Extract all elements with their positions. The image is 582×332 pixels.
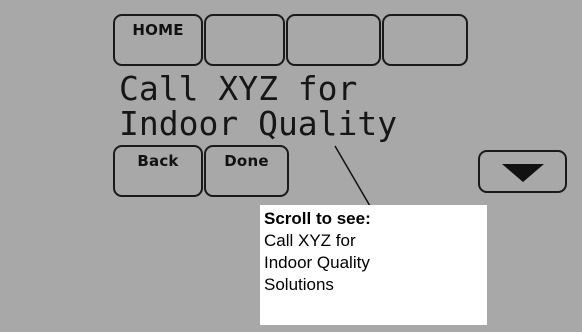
blank-button-2[interactable] — [204, 14, 285, 66]
callout-line-2: Indoor Quality — [264, 253, 370, 272]
done-button-label: Done — [224, 152, 269, 170]
message-line-1: Call XYZ for — [119, 69, 358, 108]
down-arrow-icon — [502, 164, 544, 182]
message-line-2: Indoor Quality — [119, 104, 398, 143]
home-button-label: HOME — [132, 21, 184, 39]
callout-line-3: Solutions — [264, 275, 334, 294]
blank-button-4[interactable] — [382, 14, 468, 66]
thermostat-screen: HOME Call XYZ for Indoor Quality Back Do… — [0, 0, 582, 332]
home-button[interactable]: HOME — [113, 14, 203, 66]
callout-title: Scroll to see: — [264, 209, 371, 228]
back-button[interactable]: Back — [113, 145, 203, 197]
scroll-down-button[interactable] — [478, 150, 567, 193]
scroll-callout: Scroll to see: Call XYZ for Indoor Quali… — [260, 205, 487, 325]
back-button-label: Back — [137, 152, 179, 170]
callout-line-1: Call XYZ for — [264, 231, 356, 250]
done-button[interactable]: Done — [204, 145, 289, 197]
blank-button-3[interactable] — [286, 14, 381, 66]
